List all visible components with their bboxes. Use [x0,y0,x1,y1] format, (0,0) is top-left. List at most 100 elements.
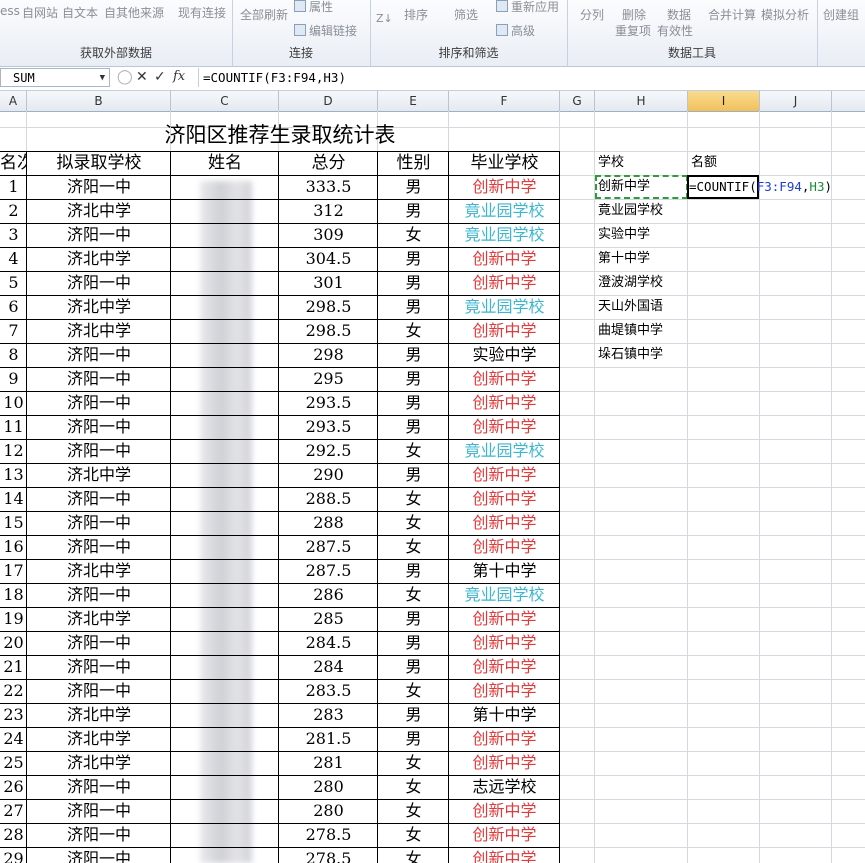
resize-handle-icon[interactable]: ◯ [117,69,133,85]
column-header-c[interactable]: C [171,91,279,111]
header-name[interactable]: 姓名 [171,151,279,175]
cell-admit-school[interactable]: 济阳一中 [27,343,171,367]
header-gender[interactable]: 性别 [378,151,449,175]
cell-rank[interactable]: 15 [0,511,27,535]
cell-gender[interactable]: 男 [378,607,449,631]
header-score[interactable]: 总分 [279,151,378,175]
ribbon-access-button[interactable]: ess [0,4,20,18]
cell-gender[interactable]: 女 [378,799,449,823]
ribbon-advanced-button[interactable]: 高级 [496,22,535,39]
ribbon-existing-connections-button[interactable]: 现有连接 [178,4,226,21]
cell-rank[interactable]: 23 [0,703,27,727]
ribbon-consolidate-button[interactable]: 合并计算 [708,6,756,23]
cancel-icon[interactable]: ✕ [136,69,148,85]
school-list-item[interactable]: 垛石镇中学 [598,343,663,367]
ribbon-from-text-button[interactable]: 自文本 [62,4,98,21]
ribbon-data-validation-button[interactable]: 数据 [667,6,691,23]
school-list-item[interactable]: 澄波湖学校 [598,271,663,295]
sheet-title[interactable]: 济阳区推荐生录取统计表 [0,119,560,149]
school-list-item[interactable]: 天山外国语 [598,295,663,319]
cell-rank[interactable]: 10 [0,391,27,415]
cell-rank[interactable]: 22 [0,679,27,703]
cell-rank[interactable]: 27 [0,799,27,823]
cell-rank[interactable]: 6 [0,295,27,319]
cell-rank[interactable]: 7 [0,319,27,343]
cell-rank[interactable]: 26 [0,775,27,799]
cell-admit-school[interactable]: 济阳一中 [27,271,171,295]
cell-score[interactable]: 283 [279,703,378,727]
ribbon-edit-links-button[interactable]: 编辑链接 [294,22,357,39]
ribbon-reapply-button[interactable]: 重新应用 [496,0,559,15]
ribbon-sort-button[interactable]: 排序 [404,6,428,23]
cell-gender[interactable]: 女 [378,583,449,607]
cell-score[interactable]: 284.5 [279,631,378,655]
cell-admit-school[interactable]: 济阳一中 [27,175,171,199]
header-grad-school[interactable]: 毕业学校 [449,151,560,175]
cell-rank[interactable]: 20 [0,631,27,655]
cell-gender[interactable]: 男 [378,271,449,295]
cell-admit-school[interactable]: 济阳一中 [27,415,171,439]
column-header-j[interactable]: J [760,91,832,111]
cell-admit-school[interactable]: 济阳一中 [27,631,171,655]
cell-admit-school[interactable]: 济阳一中 [27,223,171,247]
cell-score[interactable]: 278.5 [279,823,378,847]
cell-gender[interactable]: 男 [378,727,449,751]
cell-admit-school[interactable]: 济北中学 [27,727,171,751]
ribbon-other-sources-button[interactable]: 自其他来源 [104,4,164,21]
cell-score[interactable]: 285 [279,607,378,631]
ribbon-text-to-columns-button[interactable]: 分列 [580,6,604,23]
column-header-d[interactable]: D [279,91,378,111]
cell-admit-school[interactable]: 济阳一中 [27,799,171,823]
cell-gender[interactable]: 女 [378,511,449,535]
cell-score[interactable]: 283.5 [279,679,378,703]
ribbon-what-if-button[interactable]: 模拟分析 [761,6,809,23]
cell-rank[interactable]: 28 [0,823,27,847]
cell-score[interactable]: 293.5 [279,415,378,439]
cell-score[interactable]: 304.5 [279,247,378,271]
cell-admit-school[interactable]: 济阳一中 [27,535,171,559]
cell-admit-school[interactable]: 济北中学 [27,319,171,343]
cell-rank[interactable]: 4 [0,247,27,271]
cell-admit-school[interactable]: 济北中学 [27,607,171,631]
cell-gender[interactable]: 女 [378,847,449,863]
cell-score[interactable]: 281 [279,751,378,775]
cell-rank[interactable]: 19 [0,607,27,631]
side-header-quota[interactable]: 名额 [691,151,717,175]
cell-score[interactable]: 301 [279,271,378,295]
cell-score[interactable]: 287.5 [279,535,378,559]
cell-score[interactable]: 290 [279,463,378,487]
cell-score[interactable]: 281.5 [279,727,378,751]
chevron-down-icon[interactable]: ▼ [100,69,105,88]
cell-score[interactable]: 309 [279,223,378,247]
school-list-item[interactable]: 第十中学 [598,247,650,271]
cell-gender[interactable]: 男 [378,559,449,583]
cell-gender[interactable]: 男 [378,367,449,391]
insert-function-icon[interactable]: fx [173,69,185,84]
ribbon-remove-duplicates-button[interactable]: 删除 [622,6,646,23]
cell-gender[interactable]: 男 [378,343,449,367]
cell-score[interactable]: 280 [279,775,378,799]
ribbon-properties-button[interactable]: 属性 [294,0,333,15]
column-header-i[interactable]: I [688,91,760,111]
school-list-item[interactable]: 竟业园学校 [598,199,663,223]
cell-gender[interactable]: 男 [378,295,449,319]
cell-gender[interactable]: 男 [378,199,449,223]
cell-score[interactable]: 288.5 [279,487,378,511]
active-cell-formula[interactable]: =COUNTIF(F3:F94,H3) [689,175,832,199]
cell-gender[interactable]: 女 [378,535,449,559]
cell-rank[interactable]: 2 [0,199,27,223]
cell-rank[interactable]: 3 [0,223,27,247]
column-header-h[interactable]: H [595,91,688,111]
cell-rank[interactable]: 18 [0,583,27,607]
cell-gender[interactable]: 男 [378,703,449,727]
cell-score[interactable]: 278.5 [279,847,378,863]
cell-score[interactable]: 293.5 [279,391,378,415]
side-header-school[interactable]: 学校 [598,151,624,175]
cell-gender[interactable]: 女 [378,751,449,775]
cell-admit-school[interactable]: 济北中学 [27,295,171,319]
cell-gender[interactable]: 女 [378,439,449,463]
cell-gender[interactable]: 女 [378,223,449,247]
cell-rank[interactable]: 11 [0,415,27,439]
cell-score[interactable]: 286 [279,583,378,607]
cell-admit-school[interactable]: 济阳一中 [27,679,171,703]
